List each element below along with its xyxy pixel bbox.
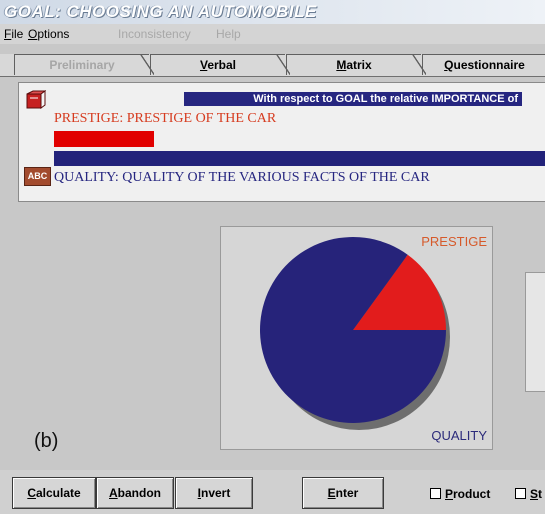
- comparison-header: With respect to GOAL the relative IMPORT…: [184, 92, 522, 106]
- st-checkbox-box[interactable]: [515, 488, 526, 499]
- calculate-button[interactable]: Calculate: [12, 477, 96, 509]
- prestige-bar[interactable]: [54, 131, 154, 147]
- abandon-button[interactable]: Abandon: [96, 477, 174, 509]
- tab-verbal[interactable]: Verbal: [150, 54, 285, 75]
- tab-strip: Preliminary Verbal Matrix Questionnaire: [0, 54, 545, 77]
- tab-matrix[interactable]: Matrix: [286, 54, 421, 75]
- menu-file[interactable]: File: [4, 27, 23, 41]
- quality-bar[interactable]: [54, 151, 545, 166]
- pie-chart: PRESTIGE QUALITY: [260, 234, 487, 443]
- window-title: GOAL: CHOOSING AN AUTOMOBILE: [4, 2, 317, 21]
- menu-options[interactable]: Options: [28, 27, 69, 41]
- product-checkbox[interactable]: Product: [430, 487, 490, 501]
- element-a-label: PRESTIGE: PRESTIGE OF THE CAR: [54, 111, 277, 126]
- menu-inconsistency[interactable]: Inconsistency: [118, 27, 191, 41]
- tab-questionnaire[interactable]: Questionnaire: [422, 54, 545, 75]
- st-checkbox[interactable]: St: [515, 487, 542, 501]
- invert-button[interactable]: Invert: [175, 477, 253, 509]
- side-panel: [525, 272, 545, 392]
- element-b-label: QUALITY: QUALITY OF THE VARIOUS FACTS OF…: [54, 170, 430, 185]
- tab-preliminary[interactable]: Preliminary: [14, 54, 149, 75]
- figure-label: (b): [34, 430, 59, 452]
- pie-label-prestige: PRESTIGE: [421, 234, 487, 249]
- menu-help[interactable]: Help: [216, 27, 241, 41]
- product-checkbox-box[interactable]: [430, 488, 441, 499]
- abc-icon[interactable]: ABC: [24, 167, 51, 186]
- book-icon[interactable]: [24, 90, 46, 110]
- enter-button[interactable]: Enter: [302, 477, 384, 509]
- menu-bar: File Options Inconsistency Help: [0, 24, 545, 44]
- pie-label-quality: QUALITY: [431, 428, 487, 443]
